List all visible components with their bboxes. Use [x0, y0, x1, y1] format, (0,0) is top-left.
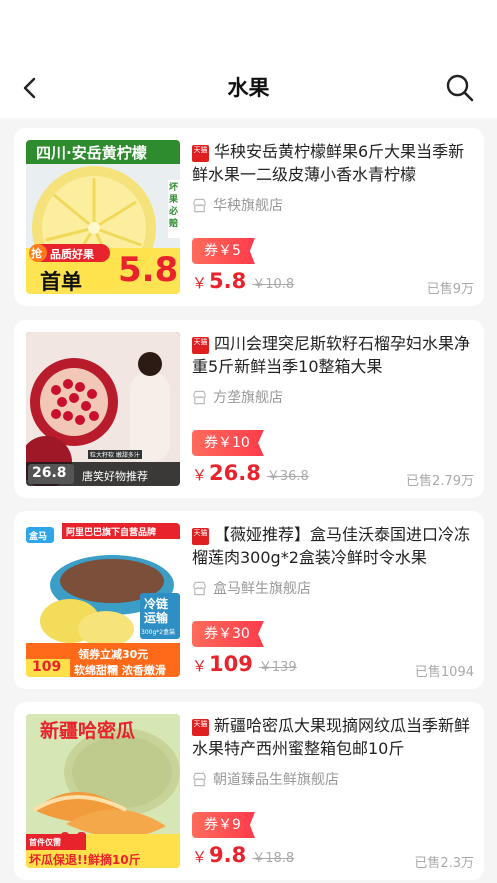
product-card[interactable]: 26.8 唐笑好物推荐 粒大籽软 嫩甜多汁 天猫 四川会理突尼斯软籽石榴孕妇水果…	[14, 320, 484, 498]
image-guarantee-text: 坏瓜保退!!鲜摘10斤	[29, 853, 141, 867]
store-link[interactable]: 朝道臻品生鲜旗舰店	[192, 768, 339, 790]
image-grab-text: 抢	[31, 247, 42, 260]
price-value: 9.8	[209, 843, 247, 867]
original-price: ￥10.8	[252, 277, 295, 292]
store-icon	[193, 198, 206, 212]
product-title[interactable]: 华秧安岳黄柠檬鲜果6斤大果当季新鲜水果一二级皮薄小香水青柠檬	[192, 140, 474, 186]
image-price-text: 9.8	[60, 829, 87, 847]
price-row: ￥ 26.8 ￥36.8	[192, 461, 309, 491]
coupon-badge[interactable]: 券￥10	[192, 430, 264, 456]
price-symbol: ￥	[192, 848, 208, 866]
image-first-text: 首单	[40, 270, 82, 294]
store-link[interactable]: 方垄旗舰店	[192, 386, 283, 408]
image-top-text: 阿里巴巴旗下自营品牌	[66, 528, 157, 538]
product-title[interactable]: 【薇娅推荐】盒马佳沃泰国进口冷冻榴莲肉300g*2盒装冷鲜时令水果	[192, 523, 474, 569]
image-banner-text: 新疆哈密瓜	[40, 720, 136, 742]
store-name: 朝道臻品生鲜旗舰店	[213, 772, 339, 788]
store-link[interactable]: 华秧旗舰店	[192, 194, 283, 216]
product-image[interactable]: 阿里巴巴旗下自营品牌 盒马 冷链运输 300g*2盒装 领券立减30元 109 …	[26, 523, 180, 677]
product-card[interactable]: 四川·安岳黄柠檬 坏果必赔 抢 品质好果 首单 5.8 天猫 华秧安岳黄柠檬鲜果…	[14, 128, 484, 306]
sold-count: 已售9万	[426, 282, 474, 297]
store-name: 盒马鲜生旗舰店	[213, 581, 311, 597]
image-price-text: 5.8	[118, 250, 179, 290]
image-slogan-text: 软绵甜糯 浓香嫩滑	[74, 664, 166, 677]
image-tag-text: 品质好果	[50, 248, 94, 261]
store-icon	[193, 772, 206, 786]
image-spec-text: 300g*2盒装	[141, 629, 176, 636]
price-row: ￥ 5.8 ￥10.8	[192, 269, 294, 299]
image-cold-text: 冷链运输	[144, 597, 169, 625]
price-value: 109	[209, 652, 253, 676]
product-image[interactable]: 新疆哈密瓜 首件仅需 9.8 坏瓜保退!!鲜摘10斤	[26, 714, 180, 868]
store-link[interactable]: 盒马鲜生旗舰店	[192, 577, 311, 599]
product-title[interactable]: 四川会理突尼斯软籽石榴孕妇水果净重5斤新鲜当季10整箱大果	[192, 332, 474, 378]
price-value: 26.8	[209, 461, 261, 485]
product-title[interactable]: 新疆哈密瓜大果现摘网纹瓜当季新鲜水果特产西州蜜整箱包邮10斤	[192, 714, 474, 760]
search-icon	[446, 74, 474, 102]
image-price-text: 26.8	[32, 465, 67, 481]
sold-count: 已售2.79万	[406, 474, 474, 489]
price-row: ￥ 109 ￥139	[192, 652, 297, 682]
sold-count: 已售1094	[414, 665, 474, 680]
product-card[interactable]: 阿里巴巴旗下自营品牌 盒马 冷链运输 300g*2盒装 领券立减30元 109 …	[14, 511, 484, 689]
price-symbol: ￥	[192, 274, 208, 292]
price-value: 5.8	[209, 269, 247, 293]
price-symbol: ￥	[192, 657, 208, 675]
price-symbol: ￥	[192, 466, 208, 484]
image-coupon-text: 领券立减30元	[78, 648, 149, 661]
store-icon	[193, 581, 206, 595]
image-price-text: 109	[32, 659, 62, 675]
sold-count: 已售2.3万	[414, 856, 474, 871]
page-title: 水果	[227, 76, 270, 100]
product-card[interactable]: 新疆哈密瓜 首件仅需 9.8 坏瓜保退!!鲜摘10斤 天猫 新疆哈密瓜大果现摘网…	[14, 702, 484, 880]
image-logo-text: 盒马	[29, 532, 48, 542]
original-price: ￥18.8	[252, 851, 295, 866]
product-image[interactable]: 26.8 唐笑好物推荐 粒大籽软 嫩甜多汁	[26, 332, 180, 486]
coupon-badge[interactable]: 券￥30	[192, 621, 264, 647]
image-small-text: 粒大籽软 嫩甜多汁	[88, 450, 142, 459]
original-price: ￥139	[258, 660, 297, 675]
store-name: 方垄旗舰店	[213, 390, 283, 406]
image-first-text: 首件仅需	[29, 838, 61, 847]
top-bar: 水果	[0, 0, 497, 118]
image-caption-text: 唐笑好物推荐	[82, 470, 148, 483]
original-price: ￥36.8	[266, 469, 309, 484]
store-icon	[193, 390, 206, 404]
image-side-text: 坏果必赔	[169, 183, 179, 229]
price-row: ￥ 9.8 ￥18.8	[192, 843, 294, 873]
store-name: 华秧旗舰店	[213, 198, 283, 214]
product-image[interactable]: 四川·安岳黄柠檬 坏果必赔 抢 品质好果 首单 5.8	[26, 140, 180, 294]
coupon-badge[interactable]: 券￥5	[192, 238, 255, 264]
coupon-badge[interactable]: 券￥9	[192, 812, 255, 838]
search-button[interactable]	[442, 70, 478, 106]
image-banner-text: 四川·安岳黄柠檬	[36, 144, 147, 162]
